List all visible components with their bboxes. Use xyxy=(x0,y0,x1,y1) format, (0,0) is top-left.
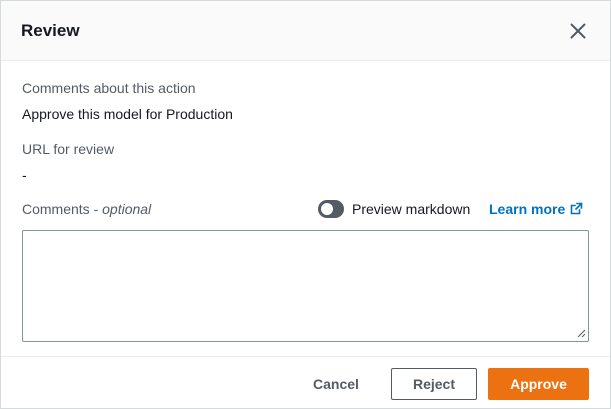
resize-grip-icon[interactable] xyxy=(576,328,586,338)
comments-textarea[interactable] xyxy=(22,230,589,342)
url-for-review-value: - xyxy=(22,167,27,183)
close-icon xyxy=(570,23,586,39)
review-dialog: Review Comments about this action Approv… xyxy=(0,0,611,409)
toggle-knob xyxy=(321,203,333,215)
external-link-icon xyxy=(570,202,583,215)
optional-label: optional xyxy=(102,201,152,217)
url-for-review-label: URL for review xyxy=(22,141,115,157)
comments-about-action-label: Comments about this action xyxy=(22,80,196,96)
comments-label-text: Comments - xyxy=(22,201,103,217)
close-button[interactable] xyxy=(568,21,588,41)
comments-about-action-value: Approve this model for Production xyxy=(22,106,233,122)
learn-more-label: Learn more xyxy=(489,201,566,217)
footer-divider xyxy=(1,356,610,357)
cancel-button[interactable]: Cancel xyxy=(301,368,371,400)
comments-label: Comments - optional xyxy=(22,200,151,218)
preview-markdown-toggle[interactable] xyxy=(318,200,344,218)
approve-button[interactable]: Approve xyxy=(488,368,589,400)
dialog-header: Review xyxy=(1,1,610,61)
reject-button[interactable]: Reject xyxy=(391,368,477,400)
preview-markdown-label: Preview markdown xyxy=(352,201,471,217)
dialog-title: Review xyxy=(21,21,80,40)
learn-more-link[interactable]: Learn more xyxy=(489,200,583,218)
